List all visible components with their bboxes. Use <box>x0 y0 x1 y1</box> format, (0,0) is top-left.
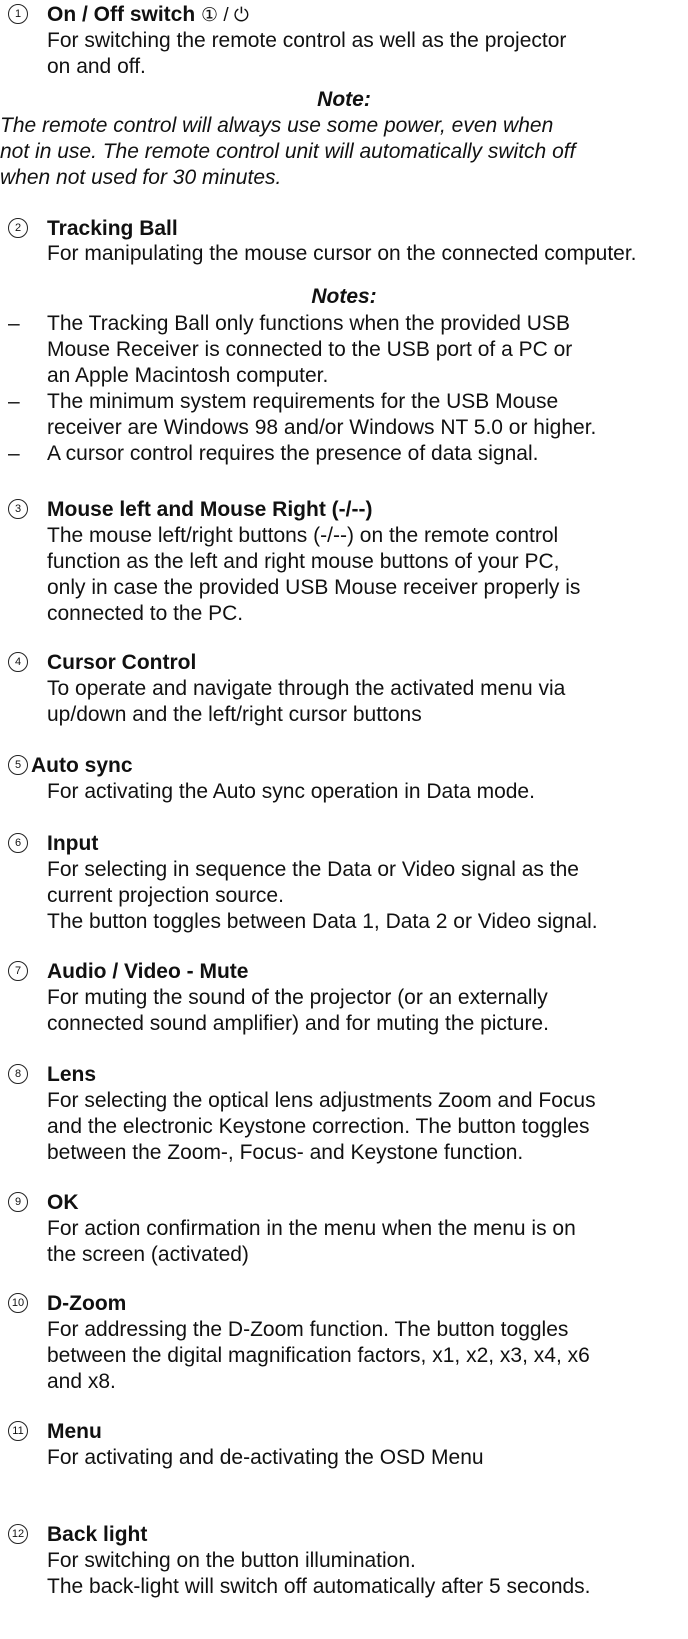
section-title: Menu <box>47 1420 102 1443</box>
item-number: 1 <box>8 4 28 24</box>
section-title: Cursor Control <box>47 651 197 674</box>
item-number: 10 <box>8 1293 28 1313</box>
body-line: and the electronic Keystone correction. … <box>47 1115 590 1138</box>
section-title: Auto sync <box>31 754 133 777</box>
body-line: current projection source. <box>47 884 284 907</box>
body-line: the screen (activated) <box>47 1243 249 1266</box>
section-body: For switching on the button illumination… <box>47 1548 591 1600</box>
body-line: The back-light will switch off automatic… <box>47 1575 591 1598</box>
body-line: For muting the sound of the projector (o… <box>47 986 548 1009</box>
item-number: 3 <box>8 499 28 519</box>
section-body: For action confirmation in the menu when… <box>47 1216 576 1268</box>
item-number: 2 <box>8 218 28 238</box>
body-line: For manipulating the mouse cursor on the… <box>47 242 637 265</box>
power-symbols: ① / ⏻ <box>201 5 249 26</box>
body-line: up/down and the left/right cursor button… <box>47 703 422 726</box>
section-title: Audio / Video - Mute <box>47 960 249 983</box>
item-number: 7 <box>8 961 28 981</box>
bullet-line: A cursor control requires the presence o… <box>47 442 539 465</box>
body-line: on and off. <box>47 55 146 78</box>
bullet-line: The Tracking Ball only functions when th… <box>47 312 570 335</box>
body-line: For activating the Auto sync operation i… <box>47 780 535 803</box>
body-line: The mouse left/right buttons (-/--) on t… <box>47 524 559 547</box>
body-line: and x8. <box>47 1370 116 1393</box>
item-number: 12 <box>8 1524 28 1544</box>
note-heading: Note: <box>317 88 371 111</box>
section-body: To operate and navigate through the acti… <box>47 676 565 728</box>
section-body: For activating the Auto sync operation i… <box>47 779 535 805</box>
section-title: OK <box>47 1191 79 1214</box>
body-line: For selecting in sequence the Data or Vi… <box>47 858 579 881</box>
section-title: Back light <box>47 1523 148 1546</box>
bullet-dash: – <box>8 390 20 413</box>
bullet-line: The minimum system requirements for the … <box>47 390 559 413</box>
body-line: For action confirmation in the menu when… <box>47 1217 576 1240</box>
bullet-line: Mouse Receiver is connected to the USB p… <box>47 338 573 361</box>
body-line: The button toggles between Data 1, Data … <box>47 910 598 933</box>
body-line: between the digital magnification factor… <box>47 1344 590 1367</box>
body-line: For switching the remote control as well… <box>47 29 567 52</box>
body-line: For selecting the optical lens adjustmen… <box>47 1089 596 1112</box>
item-number: 5 <box>8 755 28 775</box>
bullet-dash: – <box>8 442 20 465</box>
body-line: For switching on the button illumination… <box>47 1549 416 1572</box>
notes-heading: Notes: <box>311 285 377 308</box>
section-body: For muting the sound of the projector (o… <box>47 985 549 1037</box>
bullet-line: receiver are Windows 98 and/or Windows N… <box>47 416 597 439</box>
section-title: Mouse left and Mouse Right (-/--) <box>47 498 373 521</box>
section-title: Lens <box>47 1063 97 1086</box>
section-title: D-Zoom <box>47 1292 127 1315</box>
item-number: 6 <box>8 833 28 853</box>
body-line: between the Zoom-, Focus- and Keystone f… <box>47 1141 524 1164</box>
section-body: For selecting in sequence the Data or Vi… <box>47 857 598 935</box>
item-number: 9 <box>8 1192 28 1212</box>
item-number: 11 <box>8 1421 28 1441</box>
section-title: On / Off switch ① / ⏻ <box>47 3 249 26</box>
body-line: function as the left and right mouse but… <box>47 550 560 573</box>
item-number: 4 <box>8 652 28 672</box>
body-line: For activating and de-activating the OSD… <box>47 1446 484 1469</box>
body-line: For addressing the D-Zoom function. The … <box>47 1318 569 1341</box>
section-title: Input <box>47 832 99 855</box>
item-number: 8 <box>8 1064 28 1084</box>
note-line: not in use. The remote control unit will… <box>0 140 576 163</box>
body-line: only in case the provided USB Mouse rece… <box>47 576 581 599</box>
section-body: For addressing the D-Zoom function. The … <box>47 1317 590 1395</box>
section-body: For manipulating the mouse cursor on the… <box>47 241 637 267</box>
note-line: The remote control will always use some … <box>0 114 554 137</box>
section-body: The mouse left/right buttons (-/--) on t… <box>47 523 580 627</box>
section-title: Tracking Ball <box>47 217 178 240</box>
section-body: For switching the remote control as well… <box>47 28 566 80</box>
note-line: when not used for 30 minutes. <box>0 166 282 189</box>
bullet-dash: – <box>8 312 20 335</box>
bullet-line: an Apple Macintosh computer. <box>47 364 329 387</box>
body-line: To operate and navigate through the acti… <box>47 677 566 700</box>
section-body: For activating and de-activating the OSD… <box>47 1445 484 1471</box>
body-line: connected sound amplifier) and for mutin… <box>47 1012 549 1035</box>
manual-page: 1 On / Off switch ① / ⏻ For switching th… <box>0 0 688 1639</box>
section-body: For selecting the optical lens adjustmen… <box>47 1088 596 1166</box>
body-line: connected to the PC. <box>47 602 244 625</box>
